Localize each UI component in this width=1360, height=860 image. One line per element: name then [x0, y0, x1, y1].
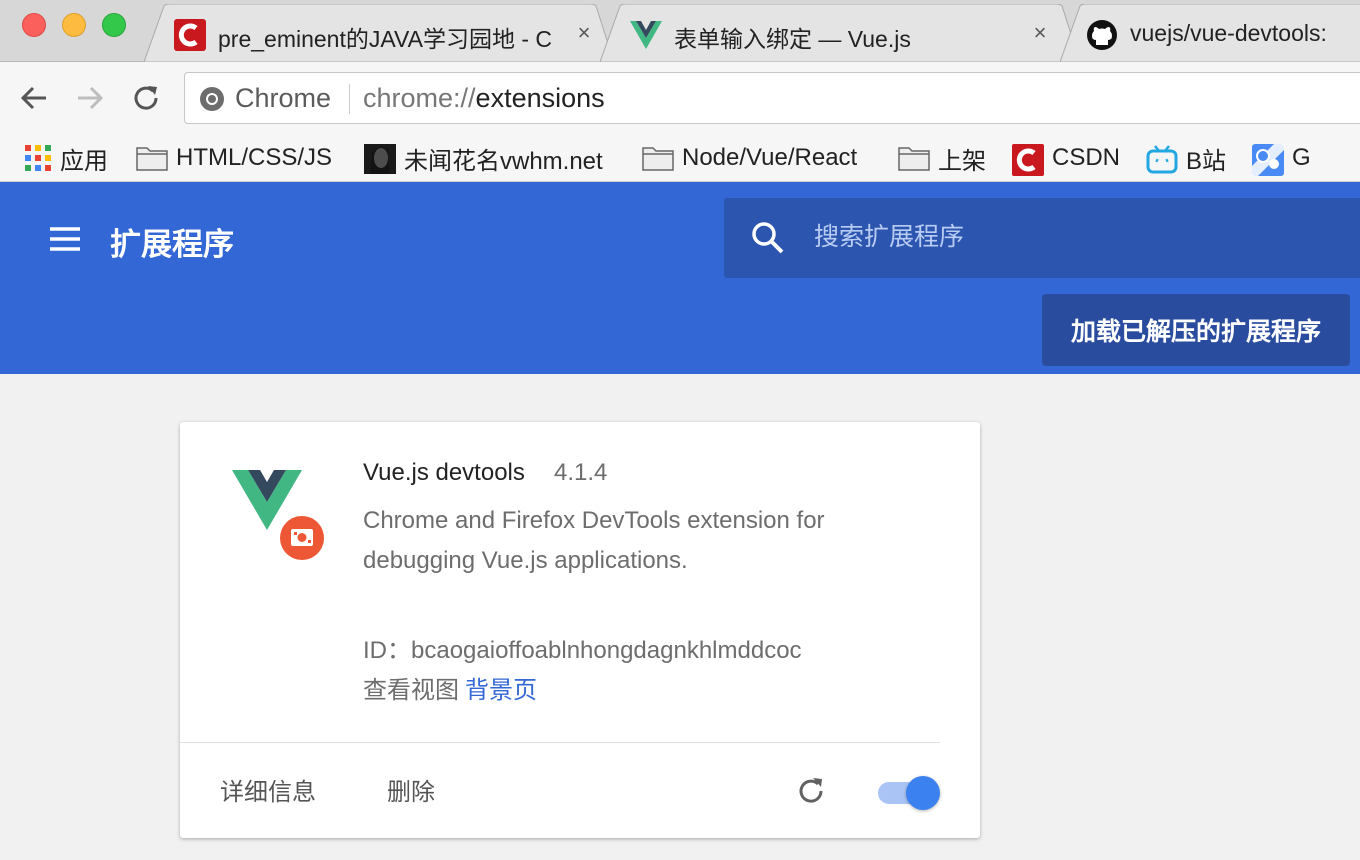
load-unpacked-button[interactable]: 加载已解压的扩展程序 — [1042, 294, 1350, 366]
tab-vue-forms[interactable]: 表单输入绑定 — Vue.js × — [600, 4, 1080, 62]
details-button[interactable]: 详细信息 — [220, 772, 316, 807]
inspect-views-label: 查看视图 — [363, 677, 459, 704]
card-divider — [180, 742, 940, 743]
csdn-icon — [1012, 144, 1044, 176]
bookmark-folder-node[interactable]: Node/Vue/React — [642, 140, 857, 176]
extension-card: Vue.js devtools 4.1.4 Chrome and Firefox… — [180, 422, 980, 838]
github-icon — [1086, 19, 1118, 51]
search-icon — [750, 220, 786, 256]
window-close-button[interactable] — [22, 13, 46, 37]
bookmark-label: 上架 — [938, 147, 986, 175]
tab-title: 表单输入绑定 — Vue.js — [674, 26, 911, 52]
forward-arrow-icon[interactable] — [72, 80, 108, 116]
tab-title: vuejs/vue-devtools: — [1130, 20, 1327, 46]
tab-github[interactable]: vuejs/vue-devtools: — [1060, 4, 1360, 62]
tab-close-icon[interactable]: × — [572, 20, 596, 46]
bookmark-label: CSDN — [1052, 144, 1121, 171]
enable-toggle[interactable] — [878, 776, 940, 810]
address-bar[interactable]: Chrome chrome://extensions — [184, 72, 1360, 124]
window-zoom-button[interactable] — [102, 13, 126, 37]
extensions-header: 扩展程序 加载已解压的扩展程序 — [0, 182, 1360, 374]
bookmark-bilibili[interactable]: B站 — [1146, 140, 1226, 176]
omnibox-chip: Chrome — [235, 83, 332, 113]
bookmark-label: 应用 — [60, 147, 108, 175]
tab-csdn[interactable]: pre_eminent的JAVA学习园地 - C × — [144, 4, 614, 62]
bookmark-label: B站 — [1186, 147, 1227, 175]
portrait-icon — [364, 144, 396, 174]
remove-button[interactable]: 删除 — [387, 772, 435, 807]
extension-name: Vue.js devtools — [363, 459, 525, 486]
bookmark-apps[interactable]: 应用 — [24, 140, 108, 176]
vue-icon — [630, 19, 662, 51]
inspect-views: 查看视图 背景页 — [363, 670, 537, 705]
url-scheme: chrome:// — [363, 83, 476, 113]
tab-title: pre_eminent的JAVA学习园地 - C — [218, 26, 553, 52]
folder-icon — [898, 144, 930, 172]
folder-icon — [136, 144, 168, 172]
extension-description: Chrome and Firefox DevTools extension fo… — [363, 507, 825, 574]
bookmark-vwhm[interactable]: 未闻花名vwhm.net — [364, 140, 603, 176]
toggle-knob — [906, 776, 940, 810]
back-arrow-icon[interactable] — [16, 80, 52, 116]
omnibox-separator — [349, 84, 350, 114]
bookmark-google-maps[interactable]: G — [1252, 140, 1311, 176]
reload-icon[interactable] — [128, 80, 164, 116]
search-input[interactable] — [814, 216, 1334, 258]
bookmark-folder-shangjia[interactable]: 上架 — [898, 140, 986, 176]
search-field[interactable] — [724, 198, 1360, 278]
bookmark-csdn[interactable]: CSDN — [1012, 140, 1120, 176]
background-page-link[interactable]: 背景页 — [465, 677, 537, 704]
reload-extension-icon[interactable] — [796, 776, 826, 806]
folder-icon — [642, 144, 674, 172]
url-path: extensions — [475, 83, 605, 113]
bookmarks-bar: 应用 HTML/CSS/JS 未闻花名vwhm.net Node/Vue/Rea… — [0, 134, 1360, 182]
vue-devtools-logo-icon — [230, 466, 330, 562]
google-maps-icon — [1252, 144, 1284, 176]
extension-id: ID：bcaogaioffoablnhongdagnkhlmddcoc — [363, 637, 802, 664]
apps-grid-icon — [24, 144, 52, 172]
bookmark-label: HTML/CSS/JS — [176, 144, 333, 171]
bookmark-label: 未闻花名vwhm.net — [404, 147, 603, 175]
hamburger-menu-icon[interactable] — [48, 222, 82, 256]
chrome-logo-icon — [199, 86, 225, 112]
tab-close-icon[interactable]: × — [1028, 20, 1052, 46]
url-text[interactable]: chrome://extensions — [363, 83, 605, 114]
browser-toolbar: Chrome chrome://extensions — [0, 62, 1360, 134]
page-title: 扩展程序 — [110, 227, 234, 262]
window-minimize-button[interactable] — [62, 13, 86, 37]
bookmark-folder-html[interactable]: HTML/CSS/JS — [136, 140, 332, 176]
tab-strip: pre_eminent的JAVA学习园地 - C × 表单输入绑定 — Vue.… — [0, 0, 1360, 62]
extension-version: 4.1.4 — [554, 459, 608, 486]
bookmark-label: Node/Vue/React — [682, 144, 858, 171]
csdn-icon — [174, 19, 206, 51]
bookmark-label: G — [1292, 144, 1311, 171]
bilibili-icon — [1146, 144, 1178, 174]
